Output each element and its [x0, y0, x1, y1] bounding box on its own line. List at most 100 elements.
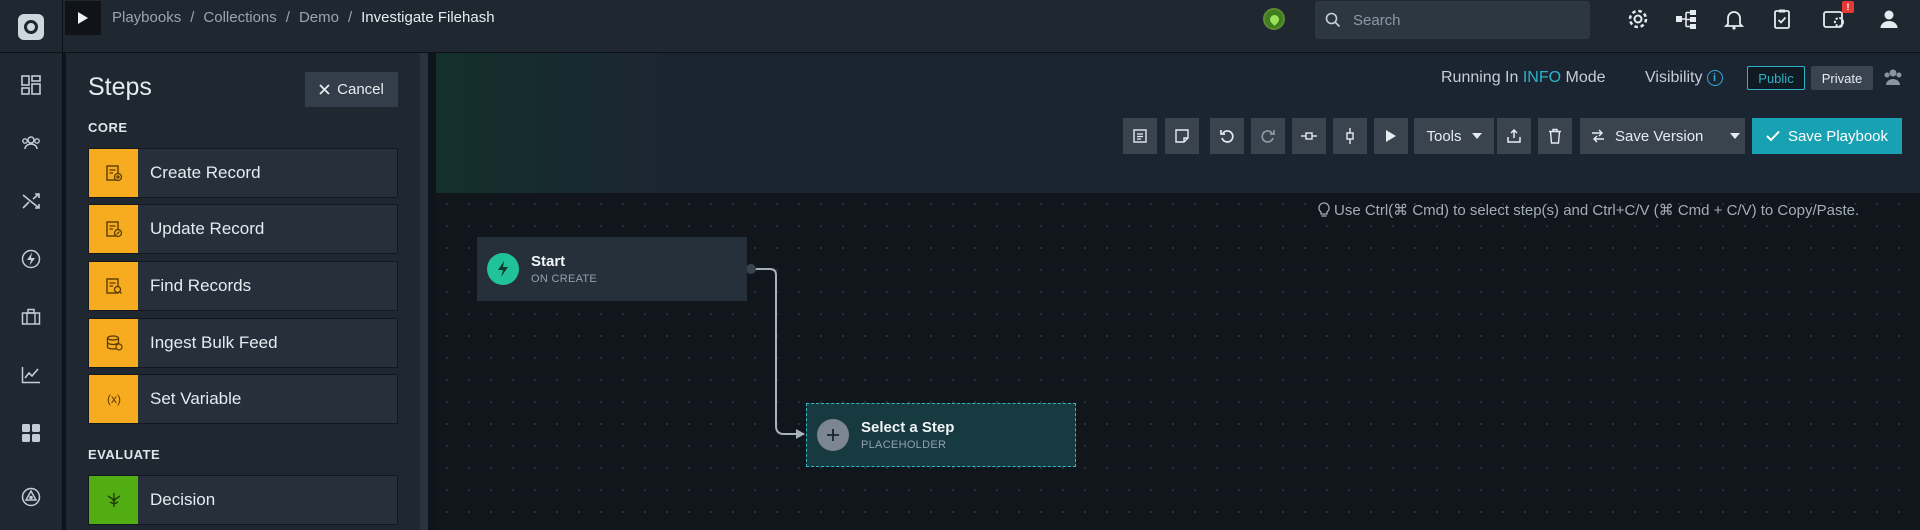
- briefcase-icon[interactable]: [19, 305, 43, 329]
- bolt-icon[interactable]: [19, 247, 43, 271]
- save-version-label: Save Version: [1615, 127, 1704, 145]
- visibility-private-toggle[interactable]: Private: [1811, 66, 1873, 90]
- start-node-subtitle: ON CREATE: [531, 273, 598, 285]
- step-label: Set Variable: [150, 389, 242, 408]
- app: Playbooks / Collections / Demo / Investi…: [0, 0, 1920, 530]
- user-icon[interactable]: [1876, 6, 1902, 32]
- arrange-vertical-button[interactable]: [1333, 118, 1367, 154]
- record-search-icon: [89, 262, 138, 310]
- steps-panel: Steps Cancel CORE Create Record Update R…: [66, 53, 428, 530]
- step-label: Create Record: [150, 163, 261, 182]
- app-logo[interactable]: [0, 0, 63, 53]
- decision-icon: [89, 476, 138, 524]
- variable-icon: (x): [89, 375, 138, 423]
- search-icon: [1325, 12, 1341, 28]
- canvas-hint: Use Ctrl(⌘ Cmd) to select step(s) and Ct…: [1318, 201, 1859, 219]
- arrange-horizontal-button[interactable]: [1292, 118, 1326, 154]
- redo-icon: [1261, 130, 1275, 143]
- breadcrumb-separator: /: [190, 9, 195, 26]
- step-library-button[interactable]: [1123, 118, 1157, 154]
- run-playbook-button[interactable]: [1374, 118, 1408, 154]
- note-icon: [1175, 129, 1189, 143]
- step-ingest-bulk-feed[interactable]: Ingest Bulk Feed: [88, 318, 398, 368]
- list-box-icon: [1133, 129, 1147, 143]
- export-button[interactable]: [1497, 118, 1531, 154]
- start-node[interactable]: Start ON CREATE: [477, 237, 747, 301]
- undo-button[interactable]: [1210, 118, 1244, 154]
- vertical-layout-icon: [1346, 128, 1354, 144]
- version-icon: [1592, 129, 1604, 143]
- clipboard-check-icon[interactable]: [1769, 6, 1795, 32]
- step-label: Find Records: [150, 276, 252, 295]
- horizontal-layout-icon: [1301, 132, 1317, 140]
- tools-label: Tools: [1426, 127, 1462, 145]
- placeholder-node[interactable]: Select a Step PLACEHOLDER: [806, 403, 1076, 467]
- play-icon: [1386, 130, 1396, 142]
- chevron-down-icon: [1471, 133, 1482, 139]
- tools-dropdown[interactable]: Tools: [1414, 118, 1494, 154]
- undo-icon: [1220, 130, 1234, 143]
- breadcrumb-demo[interactable]: Demo: [299, 9, 339, 26]
- step-create-record[interactable]: Create Record: [88, 148, 398, 198]
- breadcrumb-current: Investigate Filehash: [361, 9, 495, 26]
- save-playbook-label: Save Playbook: [1787, 127, 1889, 145]
- step-decision[interactable]: Decision: [88, 475, 398, 525]
- step-set-variable[interactable]: (x) Set Variable: [88, 374, 398, 424]
- expand-sidebar-button[interactable]: [65, 1, 101, 35]
- sitemap-icon[interactable]: [1673, 6, 1699, 32]
- step-update-record[interactable]: Update Record: [88, 204, 398, 254]
- add-step-icon: [817, 419, 849, 451]
- redo-button[interactable]: [1251, 118, 1285, 154]
- breadcrumb: Playbooks / Collections / Demo / Investi…: [112, 9, 495, 26]
- start-node-title: Start: [531, 253, 566, 270]
- step-label: Ingest Bulk Feed: [150, 333, 278, 352]
- left-nav-rail: [0, 53, 63, 530]
- canvas-hint-text: Use Ctrl(⌘ Cmd) to select step(s) and Ct…: [1334, 202, 1860, 219]
- search-input[interactable]: [1353, 11, 1573, 29]
- status-indicator-icon[interactable]: [1263, 8, 1285, 30]
- alert-badge: !: [1842, 1, 1854, 13]
- breadcrumb-playbooks[interactable]: Playbooks: [112, 9, 181, 26]
- visibility-public-toggle[interactable]: Public: [1747, 66, 1805, 90]
- team-icon[interactable]: [1883, 68, 1903, 91]
- logo-icon: [18, 13, 44, 40]
- close-icon: [319, 84, 330, 95]
- visibility-text: Visibility: [1645, 69, 1703, 86]
- dashboard-icon[interactable]: [19, 73, 43, 97]
- add-note-button[interactable]: [1165, 118, 1199, 154]
- placeholder-node-title: Select a Step: [861, 419, 955, 436]
- apps-icon[interactable]: [19, 421, 43, 445]
- bell-icon[interactable]: [1721, 6, 1747, 32]
- running-mode-value[interactable]: INFO: [1523, 69, 1561, 86]
- save-playbook-button[interactable]: Save Playbook: [1752, 118, 1902, 154]
- svg-text:(x): (x): [107, 392, 121, 406]
- top-bar: Playbooks / Collections / Demo / Investi…: [0, 0, 1920, 53]
- cancel-button[interactable]: Cancel: [305, 72, 398, 107]
- save-version-button[interactable]: Save Version: [1580, 118, 1745, 154]
- delete-button[interactable]: [1538, 118, 1572, 154]
- hub-icon[interactable]: [19, 485, 43, 509]
- users-icon[interactable]: [19, 131, 43, 155]
- export-icon: [1507, 128, 1521, 143]
- play-arrow-icon: [78, 12, 88, 24]
- chart-icon[interactable]: [19, 363, 43, 387]
- step-label: Update Record: [150, 219, 265, 238]
- section-label-core: CORE: [88, 120, 128, 135]
- running-mode-suffix: Mode: [1565, 69, 1606, 86]
- step-label: Decision: [150, 490, 216, 509]
- record-edit-icon: [89, 205, 138, 253]
- trigger-bolt-icon: [487, 253, 519, 285]
- section-label-evaluate: EVALUATE: [88, 447, 161, 462]
- breadcrumb-separator: /: [285, 9, 290, 26]
- step-find-records[interactable]: Find Records: [88, 261, 398, 311]
- shuffle-icon[interactable]: [19, 189, 43, 213]
- settings-icon[interactable]: [1625, 6, 1651, 32]
- info-icon[interactable]: i: [1706, 70, 1723, 86]
- placeholder-node-subtitle: PLACEHOLDER: [861, 439, 947, 451]
- breadcrumb-separator: /: [347, 9, 353, 26]
- chevron-down-icon[interactable]: [1730, 133, 1741, 139]
- system-alert-icon[interactable]: !: [1822, 1, 1854, 32]
- breadcrumb-collections[interactable]: Collections: [203, 9, 276, 26]
- trash-icon: [1549, 128, 1561, 144]
- lightbulb-icon: [1318, 202, 1330, 217]
